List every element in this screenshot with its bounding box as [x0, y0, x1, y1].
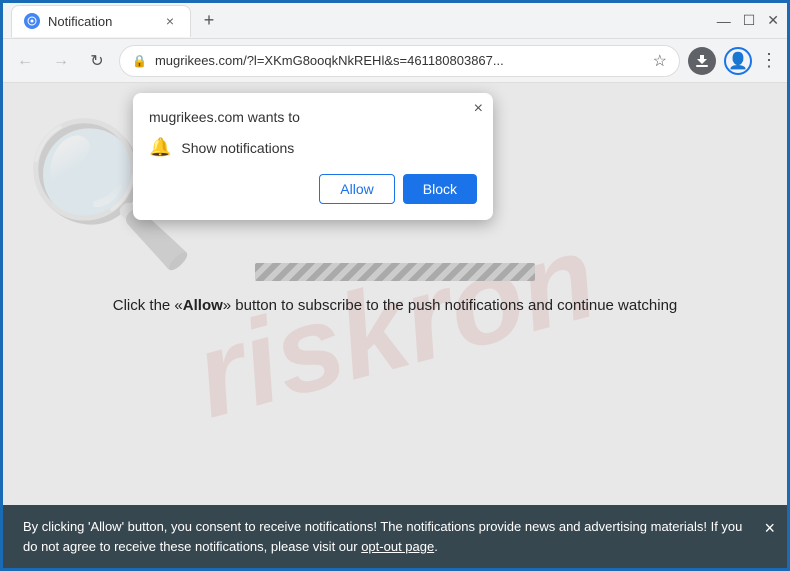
- minimize-button[interactable]: —: [717, 13, 731, 29]
- toolbar-right: 👤 ⋮: [688, 47, 779, 75]
- content-area: 🔍 riskron × mugrikees.com wants to 🔔 Sho…: [3, 83, 787, 568]
- title-bar: Notification × + — ☐ ✕: [3, 3, 787, 39]
- tab-close-button[interactable]: ×: [162, 11, 178, 31]
- tab-area: Notification × +: [11, 5, 709, 37]
- popup-close-button[interactable]: ×: [474, 101, 483, 117]
- bookmark-star-icon[interactable]: ☆: [653, 51, 667, 71]
- address-bar[interactable]: 🔒 mugrikees.com/?l=XKmG8ooqkNkREHl&s=461…: [119, 45, 680, 77]
- progress-bar: [255, 263, 535, 281]
- refresh-button[interactable]: ↻: [83, 47, 111, 75]
- popup-buttons: Allow Block: [149, 174, 477, 204]
- maximize-button[interactable]: ☐: [743, 12, 756, 29]
- toolbar: ← → ↻ 🔒 mugrikees.com/?l=XKmG8ooqkNkREHl…: [3, 39, 787, 83]
- forward-button[interactable]: →: [47, 47, 75, 75]
- download-icon[interactable]: [688, 47, 716, 75]
- tab-favicon: [24, 13, 40, 29]
- block-button[interactable]: Block: [403, 174, 477, 204]
- bell-icon: 🔔: [149, 137, 171, 158]
- bottom-banner: By clicking 'Allow' button, you consent …: [3, 505, 787, 568]
- banner-text-part2: .: [434, 539, 438, 554]
- browser-window: Notification × + — ☐ ✕ ← → ↻ 🔒 mugrikees…: [3, 3, 787, 568]
- close-window-button[interactable]: ✕: [767, 12, 779, 29]
- back-button[interactable]: ←: [11, 47, 39, 75]
- new-tab-button[interactable]: +: [195, 7, 223, 35]
- allow-button[interactable]: Allow: [319, 174, 394, 204]
- instruction-text: Click the «Allow» button to subscribe to…: [93, 297, 698, 314]
- url-text: mugrikees.com/?l=XKmG8ooqkNkREHl&s=46118…: [155, 53, 645, 68]
- profile-button[interactable]: 👤: [724, 47, 752, 75]
- active-tab[interactable]: Notification ×: [11, 5, 191, 37]
- menu-button[interactable]: ⋮: [760, 50, 779, 71]
- tab-title: Notification: [48, 14, 154, 29]
- lock-icon: 🔒: [132, 54, 147, 68]
- window-controls: — ☐ ✕: [717, 12, 779, 29]
- popup-title: mugrikees.com wants to: [149, 109, 477, 125]
- popup-permission-row: 🔔 Show notifications: [149, 137, 477, 158]
- opt-out-link[interactable]: opt-out page: [361, 539, 434, 554]
- notification-popup: × mugrikees.com wants to 🔔 Show notifica…: [133, 93, 493, 220]
- popup-permission-text: Show notifications: [181, 140, 294, 156]
- banner-close-button[interactable]: ×: [764, 515, 775, 542]
